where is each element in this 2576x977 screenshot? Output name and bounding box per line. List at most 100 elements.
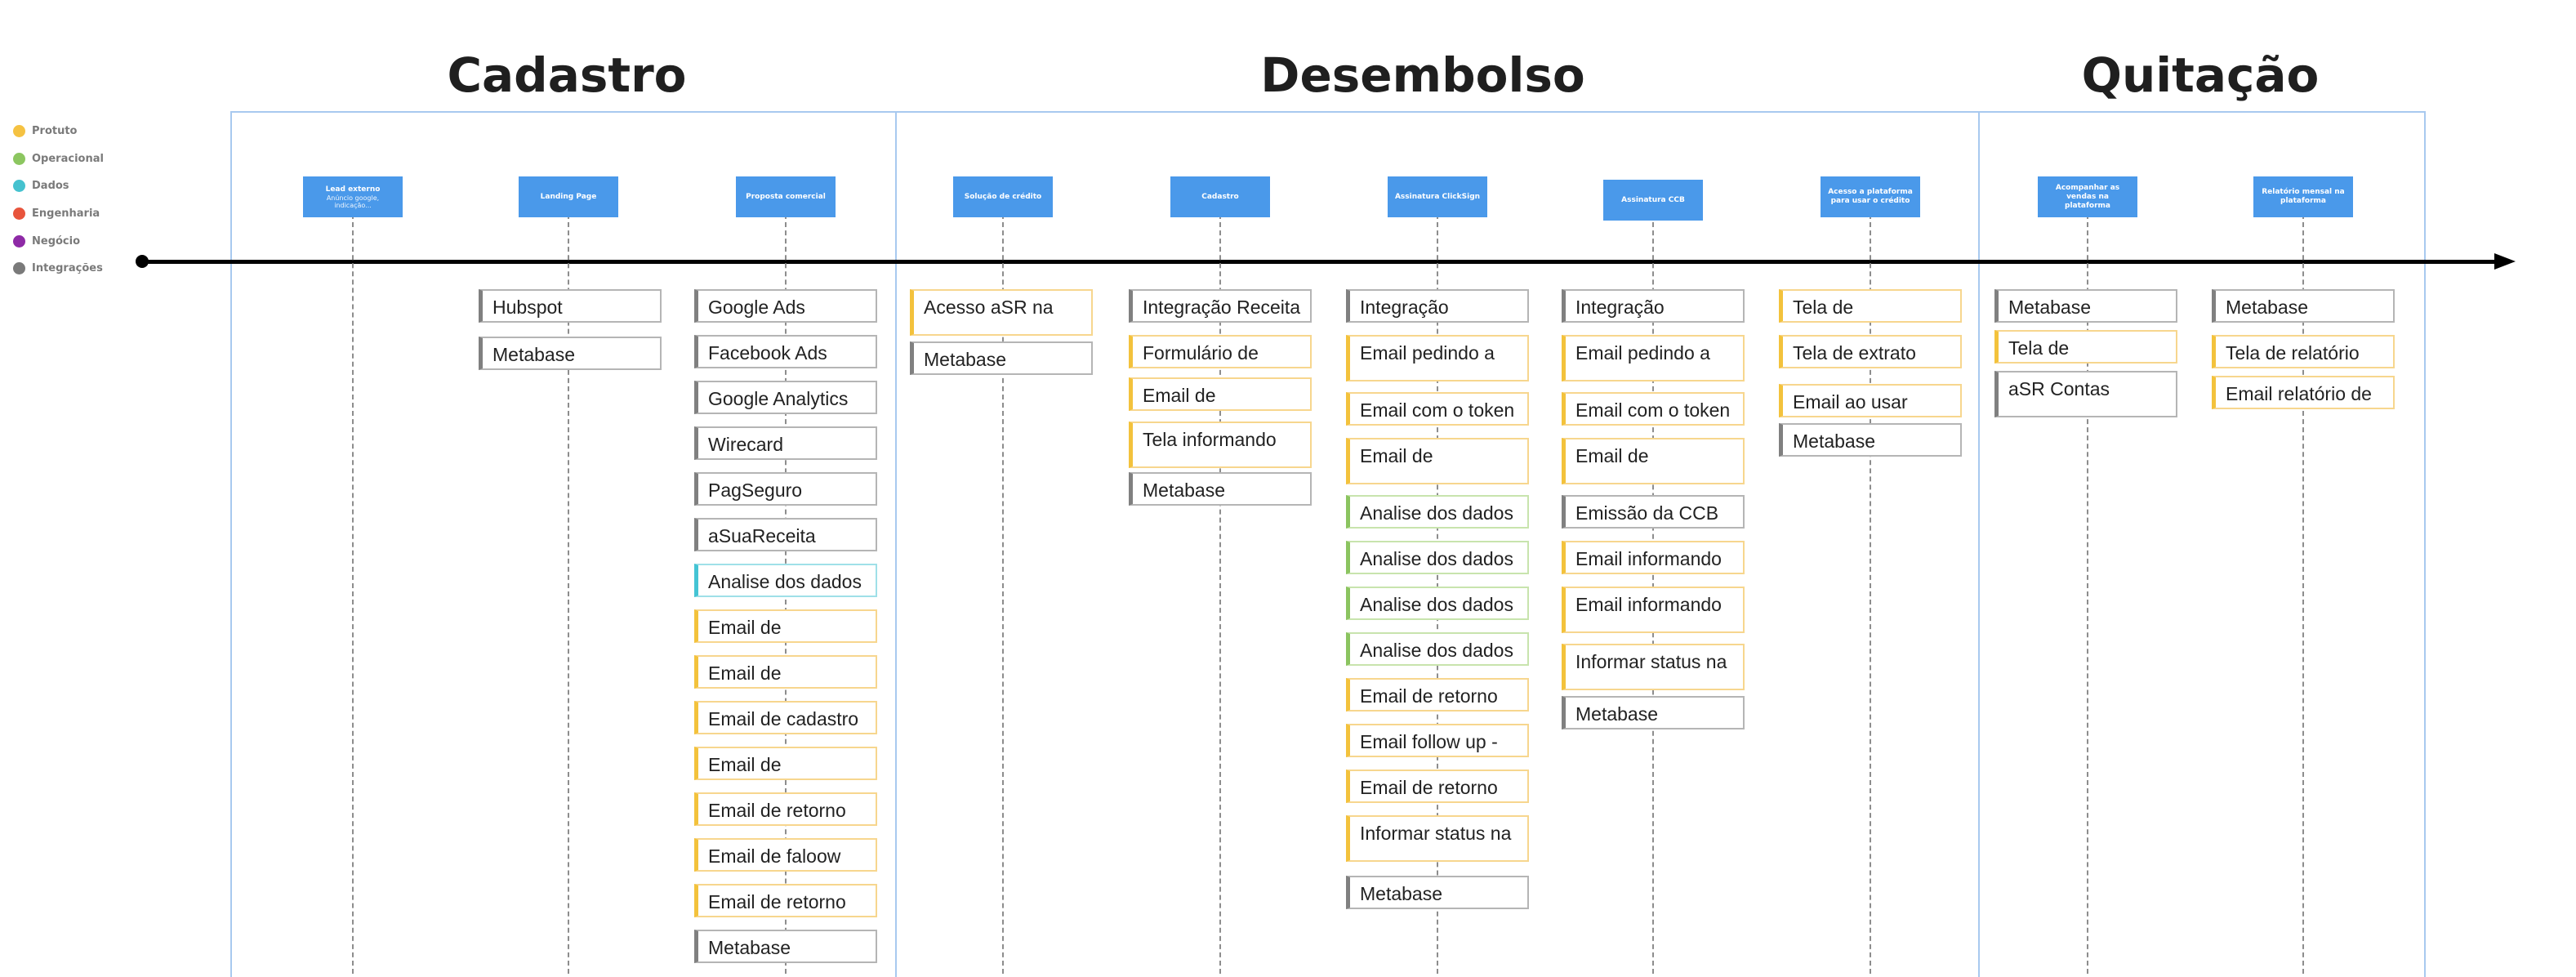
stage-box[interactable]: Solução de crédito [953, 176, 1053, 217]
sticky-note[interactable]: Metabase [2212, 289, 2395, 323]
sticky-note[interactable]: Acesso aSR na [910, 289, 1093, 336]
stage-dashed-line [2302, 214, 2304, 974]
sticky-note[interactable]: Analise dos dados [1346, 632, 1529, 666]
sticky-note[interactable]: PagSeguro [694, 472, 877, 506]
sticky-note[interactable]: Email de [694, 747, 877, 780]
sticky-note[interactable]: Email de [1562, 438, 1745, 484]
legend-dot [13, 262, 25, 275]
sticky-note[interactable]: Metabase [1562, 696, 1745, 729]
legend-item-integracoes: Integrações [13, 255, 104, 283]
legend-item-negocio: Negócio [13, 227, 104, 255]
sticky-note[interactable]: Email de retorno [1346, 770, 1529, 803]
sticky-note[interactable]: Tela de relatório [2212, 335, 2395, 368]
sticky-note[interactable]: Email informando [1562, 541, 1745, 574]
sticky-note[interactable]: aSuaReceita [694, 518, 877, 551]
stage-title: Acesso a plataforma para usar o crédito [1828, 188, 1913, 205]
sticky-note[interactable]: Metabase [1779, 423, 1962, 457]
stage-box[interactable]: Assinatura ClickSign [1388, 176, 1487, 217]
sticky-note[interactable]: Wirecard [694, 426, 877, 460]
stage-box[interactable]: Relatório mensal na plataforma [2253, 176, 2353, 217]
journey-canvas: Cadastro Desembolso Quitação Protuto Ope… [0, 0, 2576, 977]
stage-dashed-line [1870, 214, 1871, 974]
sticky-note[interactable]: Hubspot [479, 289, 662, 323]
legend-dot [13, 180, 25, 193]
stage-box[interactable]: Lead externo Anúncio google, indicação... [303, 176, 403, 217]
phase-title-cadastro: Cadastro [447, 47, 687, 103]
stage-box[interactable]: Acesso a plataforma para usar o crédito [1821, 176, 1920, 217]
sticky-note[interactable]: Email de [1129, 377, 1312, 411]
sticky-note[interactable]: Metabase [1129, 472, 1312, 506]
stage-title: Lead externo [325, 185, 381, 194]
legend-label: Operacional [32, 152, 104, 165]
sticky-note[interactable]: Email de [694, 609, 877, 643]
legend: Protuto Operacional Dados Engenharia Neg… [13, 118, 104, 283]
stage-title: Relatório mensal na plataforma [2262, 188, 2345, 205]
sticky-note[interactable]: Email ao usar [1779, 384, 1962, 417]
stage-dashed-line [2087, 214, 2088, 974]
sticky-note[interactable]: Google Analytics [694, 381, 877, 414]
phase-title-desembolso: Desembolso [1260, 47, 1585, 103]
sticky-note[interactable]: Email de cadastro [694, 701, 877, 734]
sticky-note[interactable]: Informar status na [1562, 644, 1745, 690]
sticky-note[interactable]: Emissão da CCB [1562, 495, 1745, 529]
sticky-note[interactable]: Email de retorno [694, 792, 877, 826]
sticky-note[interactable]: Analise dos dados [694, 564, 877, 597]
sticky-note[interactable]: Email com o token [1346, 392, 1529, 426]
stage-subtitle: Anúncio google, indicação... [326, 194, 380, 209]
sticky-note[interactable]: Formulário de [1129, 335, 1312, 368]
sticky-note[interactable]: Email de [694, 655, 877, 689]
sticky-note[interactable]: Email de [1346, 438, 1529, 484]
stage-title: Assinatura ClickSign [1394, 192, 1481, 201]
sticky-note[interactable]: Email follow up - [1346, 724, 1529, 757]
stage-box[interactable]: Assinatura CCB [1603, 180, 1703, 221]
sticky-note[interactable]: Analise dos dados [1346, 587, 1529, 620]
sticky-note[interactable]: Tela de extrato [1779, 335, 1962, 368]
sticky-note[interactable]: Analise dos dados [1346, 495, 1529, 529]
sticky-note[interactable]: Email de retorno [694, 884, 877, 917]
sticky-note[interactable]: Analise dos dados [1346, 541, 1529, 574]
stage-title: Proposta comercial [746, 192, 826, 201]
legend-label: Dados [32, 180, 69, 193]
sticky-note[interactable]: Facebook Ads [694, 335, 877, 368]
legend-dot [13, 152, 25, 165]
timeline-start-dot [136, 255, 149, 268]
timeline-line [142, 260, 2494, 264]
sticky-note[interactable]: Email relatório de [2212, 376, 2395, 409]
sticky-note[interactable]: Email de faloow [694, 838, 877, 872]
sticky-note[interactable]: Metabase [479, 337, 662, 370]
legend-label: Negócio [32, 234, 81, 248]
legend-label: Protuto [32, 125, 78, 138]
sticky-note[interactable]: Tela informando [1129, 422, 1312, 468]
sticky-note[interactable]: Informar status na [1346, 815, 1529, 862]
sticky-note[interactable]: Metabase [694, 930, 877, 963]
phase-title-quitacao: Quitação [2081, 47, 2320, 103]
stage-box[interactable]: Landing Page [519, 176, 618, 217]
stage-title: Landing Page [540, 192, 597, 201]
sticky-note[interactable]: Tela de [1779, 289, 1962, 323]
sticky-note[interactable]: Metabase [910, 341, 1093, 375]
phase-frame-quitacao [1978, 111, 2426, 977]
sticky-note[interactable]: Email de retorno [1346, 678, 1529, 712]
legend-dot [13, 125, 25, 138]
sticky-note[interactable]: Email informando [1562, 587, 1745, 633]
stage-dashed-line [352, 214, 354, 974]
sticky-note[interactable]: Tela de [1994, 330, 2177, 364]
sticky-note[interactable]: Integração [1562, 289, 1745, 323]
stage-title: Assinatura CCB [1621, 195, 1685, 204]
sticky-note[interactable]: Email com o token [1562, 392, 1745, 426]
sticky-note[interactable]: Integração Receita [1129, 289, 1312, 323]
sticky-note[interactable]: Email pedindo a [1562, 335, 1745, 381]
stage-title: Solução de crédito [964, 192, 1042, 201]
stage-box[interactable]: Cadastro [1170, 176, 1270, 217]
sticky-note[interactable]: Metabase [1346, 876, 1529, 909]
sticky-note[interactable]: Integração [1346, 289, 1529, 323]
stage-dashed-line [568, 214, 569, 974]
sticky-note[interactable]: Google Ads [694, 289, 877, 323]
sticky-note[interactable]: aSR Contas [1994, 371, 2177, 417]
stage-dashed-line [1219, 214, 1221, 974]
stage-box[interactable]: Proposta comercial [736, 176, 836, 217]
stage-box[interactable]: Acompanhar as vendas na plataforma [2038, 176, 2137, 217]
sticky-note[interactable]: Metabase [1994, 289, 2177, 323]
sticky-note[interactable]: Email pedindo a [1346, 335, 1529, 381]
stage-title: Acompanhar as vendas na plataforma [2055, 183, 2120, 210]
